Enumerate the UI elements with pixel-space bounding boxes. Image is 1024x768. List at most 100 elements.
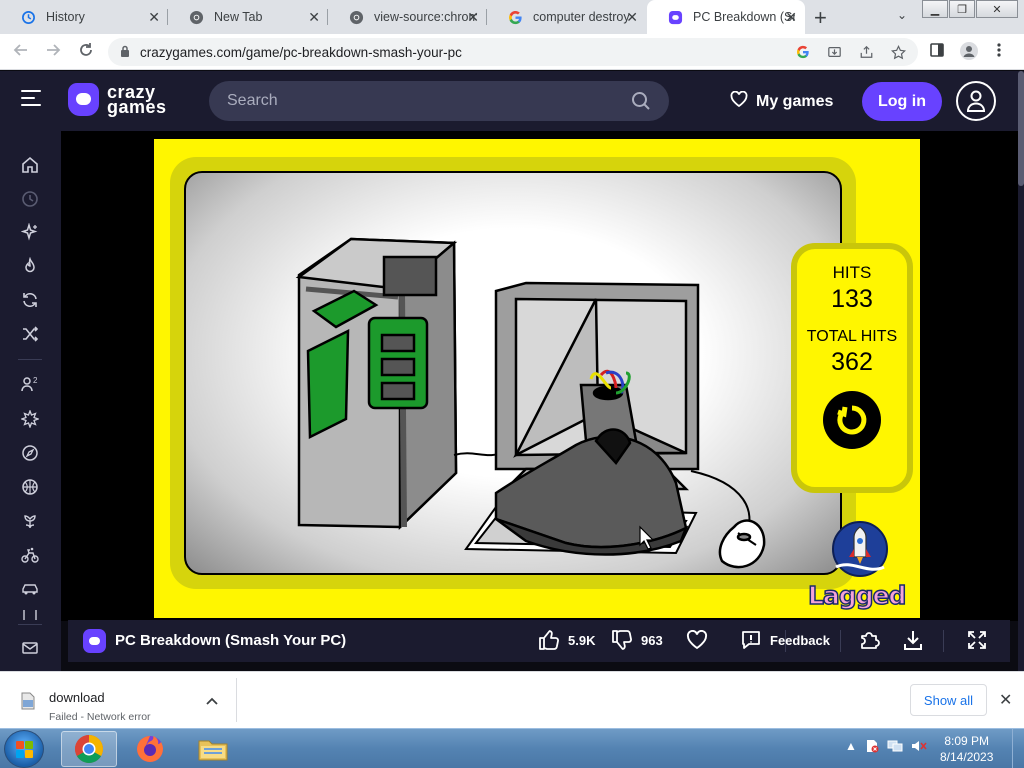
windows-taskbar: ▲ 8:09 PM 8/14/2023: [0, 728, 1024, 768]
share-icon[interactable]: [859, 45, 874, 63]
my-games-button[interactable]: My games: [730, 90, 834, 112]
tab-new-tab[interactable]: New Tab ✕: [168, 0, 328, 34]
side-panel-icon[interactable]: [929, 42, 945, 62]
multiplayer-icon[interactable]: 2: [20, 374, 40, 394]
network-icon[interactable]: [887, 739, 903, 756]
favorite-button[interactable]: [686, 630, 716, 650]
casual-icon[interactable]: [20, 511, 40, 531]
taskbar-file-explorer[interactable]: [185, 731, 241, 767]
rocket-icon: [832, 521, 888, 577]
download-game-button[interactable]: [902, 629, 932, 651]
clock-time: 8:09 PM: [944, 734, 990, 748]
crazygames-logo[interactable]: crazy games: [68, 83, 167, 116]
search-bar[interactable]: [209, 81, 669, 121]
like-count: 5.9K: [568, 632, 596, 648]
dislike-button[interactable]: 963: [611, 629, 663, 651]
download-item[interactable]: download Failed - Network error: [0, 678, 237, 723]
card-icon[interactable]: [20, 610, 40, 620]
bike-icon[interactable]: [20, 545, 40, 565]
computer-mouse: [718, 519, 766, 569]
close-shelf-icon[interactable]: ✕: [999, 690, 1012, 710]
game-scene[interactable]: [184, 171, 842, 575]
feedback-button[interactable]: Feedback: [740, 629, 830, 651]
fullscreen-icon: [968, 631, 986, 649]
google-lens-icon[interactable]: [796, 45, 810, 63]
new-icon[interactable]: [20, 222, 40, 242]
taskbar-firefox[interactable]: [122, 731, 178, 767]
bookmark-star-icon[interactable]: [890, 44, 907, 63]
browser-tabstrip: History ✕ New Tab ✕ view-source:chrom ✕ …: [0, 0, 1024, 34]
tab-history[interactable]: History ✕: [0, 0, 168, 34]
search-input[interactable]: [227, 92, 607, 110]
embed-button[interactable]: [858, 629, 888, 651]
random-icon[interactable]: [20, 324, 40, 344]
updated-icon[interactable]: [20, 290, 40, 310]
lock-icon[interactable]: [120, 45, 130, 60]
close-tab-icon[interactable]: ✕: [626, 9, 638, 26]
chrome-menu-icon[interactable]: [997, 42, 1001, 62]
show-desktop-button[interactable]: [1012, 729, 1024, 768]
my-games-label: My games: [756, 92, 834, 110]
window-controls: ▁ ❐ ✕: [921, 0, 1018, 18]
start-button[interactable]: [4, 730, 44, 768]
close-tab-icon[interactable]: ✕: [148, 9, 160, 26]
crazygames-icon: [667, 9, 683, 25]
download-icon: [904, 631, 922, 650]
tray-expand-icon[interactable]: ▲: [845, 739, 857, 756]
tab-title: PC Breakdown (Sr: [693, 10, 795, 24]
lagged-badge[interactable]: Lagged: [807, 519, 918, 614]
chrome-icon: [188, 9, 204, 25]
system-tray: ▲: [845, 739, 927, 756]
action-center-icon[interactable]: [865, 739, 879, 756]
reset-button[interactable]: [823, 391, 881, 449]
download-status: Failed - Network error: [49, 711, 151, 723]
volume-muted-icon[interactable]: [911, 739, 927, 756]
close-tab-icon[interactable]: ✕: [785, 9, 797, 26]
mail-icon[interactable]: [20, 638, 40, 658]
home-icon[interactable]: [20, 155, 40, 175]
page-scrollbar[interactable]: [1018, 71, 1024, 671]
game-canvas[interactable]: HITS 133 TOTAL HITS 362 Lagged: [154, 139, 920, 618]
puzzle-piece-icon: [861, 632, 880, 649]
basketball-icon[interactable]: [20, 477, 40, 497]
address-bar[interactable]: crazygames.com/game/pc-breakdown-smash-y…: [108, 38, 918, 66]
tab-pc-breakdown[interactable]: PC Breakdown (Sr ✕: [647, 0, 805, 34]
sidebar-divider: [18, 624, 42, 625]
car-icon[interactable]: [20, 579, 40, 599]
google-icon: [507, 9, 523, 25]
forward-button[interactable]: [45, 42, 61, 63]
profile-avatar-icon[interactable]: [960, 42, 978, 64]
show-all-button[interactable]: Show all: [910, 684, 987, 716]
tab-search-chevron-icon[interactable]: ⌄: [897, 8, 907, 22]
tab-view-source[interactable]: view-source:chrom ✕: [328, 0, 487, 34]
scrollbar-thumb[interactable]: [1018, 71, 1024, 186]
sidebar-divider: [18, 359, 42, 360]
recent-icon[interactable]: [20, 189, 40, 209]
like-button[interactable]: 5.9K: [538, 629, 595, 651]
login-button[interactable]: Log in: [862, 82, 942, 121]
minimize-button[interactable]: ▁: [922, 0, 948, 18]
game-info-bar: PC Breakdown (Smash Your PC) 5.9K 963 Fe…: [68, 620, 1010, 662]
new-tab-button[interactable]: +: [814, 5, 827, 31]
tab-title: computer destroy: [533, 10, 630, 24]
heart-icon: [686, 630, 708, 650]
reload-button[interactable]: [78, 42, 94, 63]
close-tab-icon[interactable]: ✕: [467, 9, 479, 26]
taskbar-clock[interactable]: 8:09 PM 8/14/2023: [940, 733, 993, 765]
restore-button[interactable]: ❐: [949, 0, 975, 18]
action-icon[interactable]: [20, 409, 40, 429]
fullscreen-button[interactable]: [966, 629, 996, 651]
close-window-button[interactable]: ✕: [976, 0, 1018, 18]
chevron-up-icon[interactable]: [206, 694, 218, 708]
install-app-icon[interactable]: [827, 45, 842, 63]
hits-value: 133: [831, 285, 873, 313]
menu-toggle-icon[interactable]: [21, 90, 41, 108]
taskbar-chrome[interactable]: [61, 731, 117, 767]
tab-google-search[interactable]: computer destroy ✕: [487, 0, 646, 34]
search-icon[interactable]: [631, 91, 651, 116]
trending-icon[interactable]: [20, 256, 40, 276]
back-button[interactable]: [13, 42, 29, 63]
adventure-icon[interactable]: [20, 443, 40, 463]
user-account-button[interactable]: [956, 81, 996, 121]
close-tab-icon[interactable]: ✕: [308, 9, 320, 26]
